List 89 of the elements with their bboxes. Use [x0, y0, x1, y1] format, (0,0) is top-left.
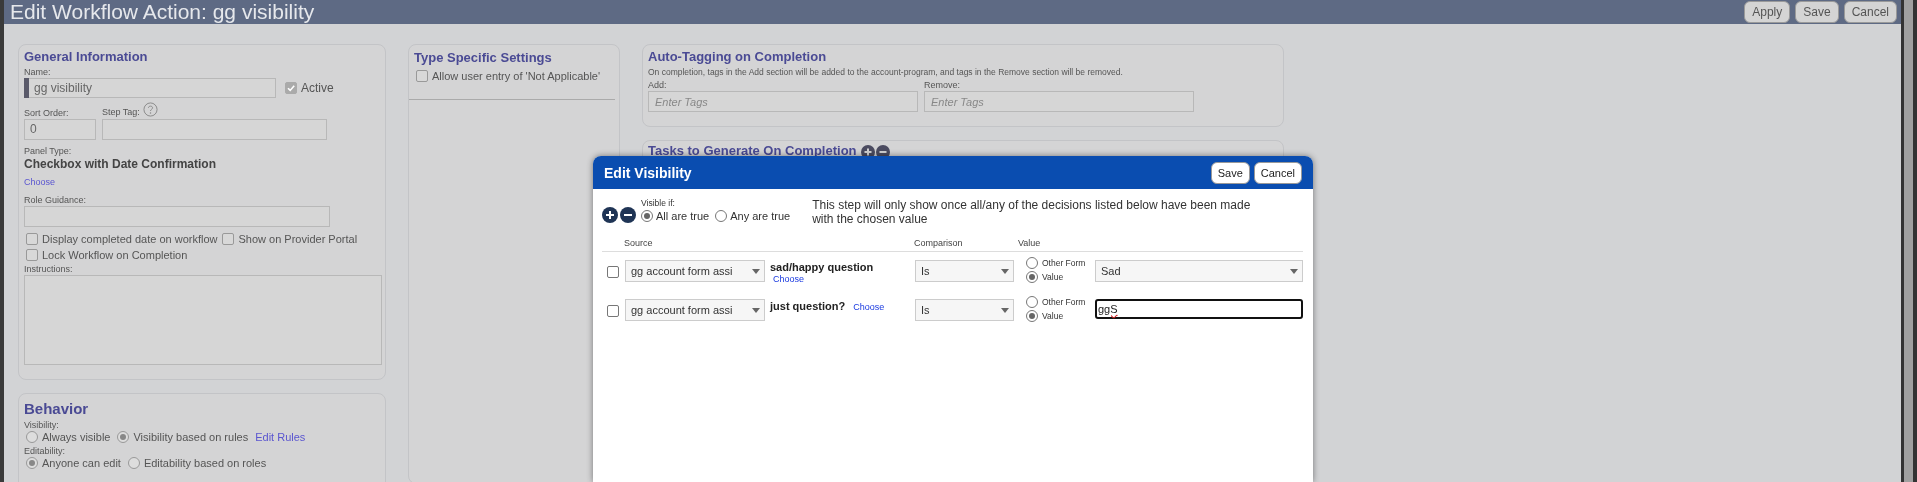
description-text: On completion, tags in the Add section will be added to the account-program, and tags in the Remove section will be removed. — [648, 67, 1124, 77]
save-button[interactable]: Save — [1795, 1, 1839, 23]
scrollbar[interactable] — [1901, 0, 1917, 482]
radio-button[interactable] — [1026, 310, 1038, 322]
section-title: General Information — [24, 49, 149, 64]
question-label: just question? — [770, 300, 846, 312]
source-dropdown[interactable]: gg account form assi — [625, 260, 765, 282]
description-text: This step will only show once all/any of the decisions listed below have been made with the chosen value — [812, 198, 1252, 226]
field-label: Role Guidance: — [24, 195, 88, 205]
column-header: Value — [1018, 238, 1041, 248]
option-label: Show on Provider Portal — [238, 233, 358, 245]
field-label: Instructions: — [24, 264, 74, 274]
help-icon[interactable] — [142, 102, 158, 117]
radio-button[interactable] — [1026, 257, 1038, 269]
field-label: Sort Order: — [24, 108, 70, 118]
option-label: All are true — [656, 210, 710, 222]
source-dropdown[interactable]: gg account form assi — [625, 299, 765, 321]
radio-button[interactable] — [26, 457, 38, 469]
option-label: Other Form — [1042, 297, 1086, 307]
option-label: Allow user entry of 'Not Applicable' — [432, 70, 601, 82]
field-value: gg visibility — [34, 81, 93, 95]
save-button[interactable]: Save — [1210, 161, 1250, 184]
field-label: Name: — [24, 67, 52, 77]
role-guidance-field[interactable] — [24, 206, 330, 227]
panel-type-value: Checkbox with Date Confirmation — [24, 157, 218, 171]
field-label: Visible if: — [641, 198, 676, 208]
radio-button[interactable] — [117, 431, 130, 443]
cancel-button[interactable]: Cancel — [1253, 161, 1302, 184]
section-title: Type Specific Settings — [414, 50, 553, 65]
checkbox[interactable] — [26, 249, 38, 261]
choose-link[interactable]: Choose — [853, 302, 885, 312]
radio-button[interactable] — [1026, 296, 1038, 308]
step-tag-field[interactable] — [102, 119, 327, 140]
section-title: Behavior — [24, 400, 90, 417]
comparison-dropdown[interactable]: Is — [915, 260, 1014, 282]
caret-icon — [1290, 268, 1298, 274]
option-label: Value — [1042, 311, 1064, 321]
question-label: sad/happy question — [770, 261, 874, 273]
caret-icon — [752, 307, 760, 313]
cancel-button[interactable]: Cancel — [1843, 1, 1897, 23]
page-title: Edit Workflow Action: gg visibility — [10, 0, 315, 24]
option-label: Visibility based on rules — [133, 431, 249, 443]
radio-button[interactable] — [26, 431, 38, 443]
value-dropdown[interactable]: Sad — [1095, 260, 1303, 282]
comparison-dropdown[interactable]: Is — [915, 299, 1014, 321]
option-label: Anyone can edit — [42, 457, 121, 469]
field-label: Panel Type: — [24, 146, 73, 156]
checkbox[interactable] — [607, 266, 619, 278]
checkbox[interactable] — [416, 70, 428, 82]
value-field[interactable]: ggS — [1095, 299, 1303, 319]
field-label: Step Tag: — [102, 106, 140, 117]
radio-button[interactable] — [715, 210, 728, 222]
radio-button[interactable] — [641, 210, 653, 222]
checkbox[interactable] — [222, 233, 235, 245]
column-header: Source — [624, 238, 654, 248]
column-header: Comparison — [914, 238, 964, 248]
field-label: Visibility: — [24, 420, 60, 430]
radio-button[interactable] — [127, 457, 140, 469]
checkbox[interactable] — [26, 233, 38, 245]
field-label: Editability: — [24, 446, 67, 456]
checkbox[interactable] — [607, 305, 619, 317]
name-field[interactable]: gg visibility — [24, 78, 276, 98]
option-label: Always visible — [42, 431, 111, 443]
option-label: Active — [301, 81, 334, 95]
option-label: Value — [1042, 272, 1064, 282]
dialog-title: Edit Visibility — [604, 164, 692, 181]
checkbox[interactable] — [285, 82, 297, 94]
radio-button[interactable] — [1026, 271, 1038, 283]
option-label: Lock Workflow on Completion — [42, 249, 188, 261]
field-label: Add: — [648, 80, 668, 90]
caret-icon — [1001, 307, 1009, 313]
caret-icon — [1001, 268, 1009, 274]
tag-input[interactable]: Enter Tags — [648, 91, 918, 112]
option-label: Other Form — [1042, 258, 1086, 268]
add-remove-icon[interactable] — [602, 207, 636, 223]
instructions-field[interactable] — [24, 275, 382, 365]
section-title: Tasks to Generate On Completion — [648, 143, 857, 158]
field-label: Remove: — [924, 80, 961, 90]
tag-input[interactable]: Enter Tags — [924, 91, 1194, 112]
section-title: Auto-Tagging on Completion — [648, 49, 828, 64]
caret-icon — [752, 268, 760, 274]
choose-link[interactable]: Choose — [24, 177, 56, 187]
option-label: Editability based on roles — [143, 457, 267, 469]
apply-button[interactable]: Apply — [1744, 1, 1791, 23]
option-label: Any are true — [730, 210, 791, 222]
edit-rules-link[interactable]: Edit Rules — [255, 431, 306, 443]
option-label: Display completed date on workflow — [42, 233, 218, 245]
sort-order-field[interactable]: 0 — [24, 119, 96, 140]
choose-link[interactable]: Choose — [773, 274, 805, 284]
